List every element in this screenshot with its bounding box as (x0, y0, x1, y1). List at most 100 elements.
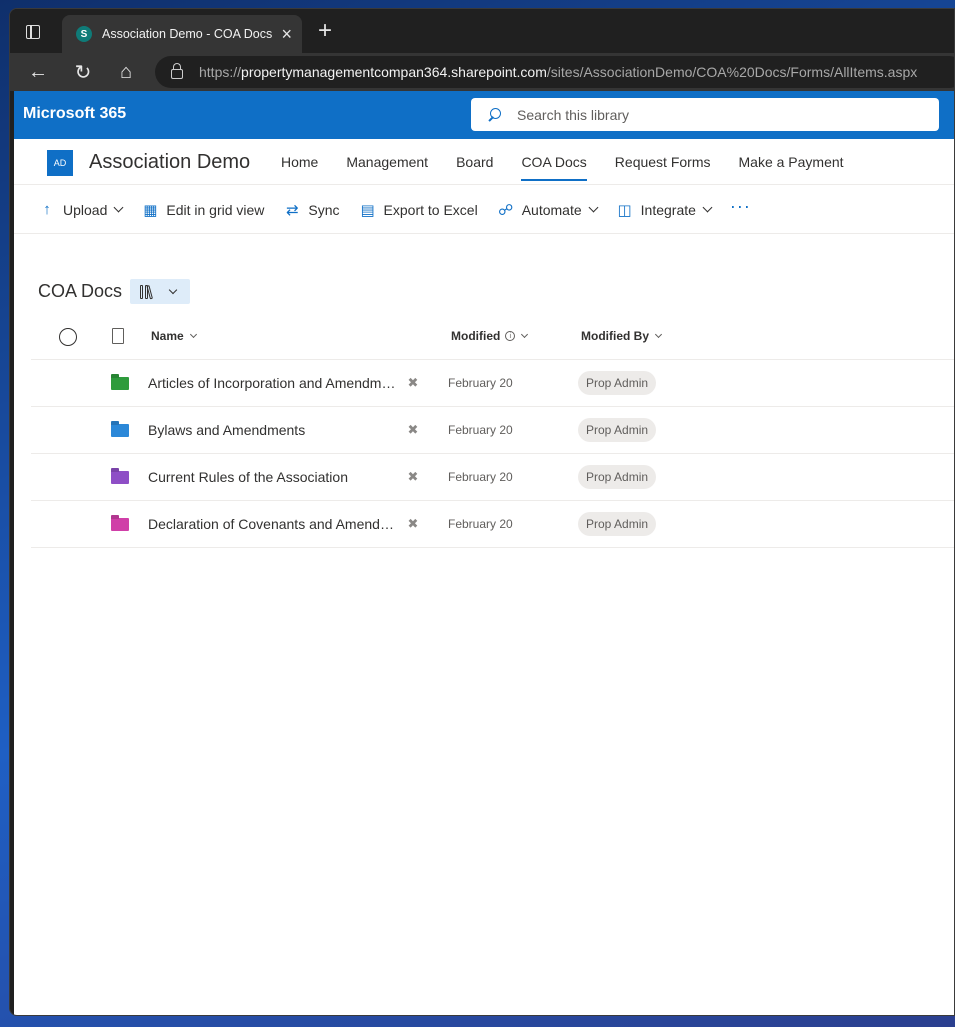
info-icon[interactable]: i (505, 331, 516, 341)
integrate-label: Integrate (640, 201, 696, 218)
modified-column-header[interactable]: Modified i (451, 329, 529, 343)
folder-icon (111, 424, 129, 437)
site-logo[interactable]: AD (47, 150, 73, 176)
sharepoint-favicon-icon: S (76, 26, 92, 42)
file-name-link[interactable]: Current Rules of the Association (148, 469, 403, 485)
excel-icon: ▤ (360, 201, 375, 219)
upload-label: Upload (63, 201, 108, 218)
document-list: Name Modified i Modified By Articles of … (31, 315, 954, 548)
chevron-down-icon (521, 330, 529, 339)
table-row[interactable]: Declaration of Covenants and Amendments … (31, 501, 954, 548)
modified-by-badge[interactable]: Prop Admin (578, 512, 657, 536)
pin-icon[interactable]: ✖ (405, 375, 421, 391)
integrate-button[interactable]: ◫ Integrate (616, 201, 713, 219)
refresh-icon[interactable]: ↻ (69, 58, 97, 86)
new-tab-icon[interactable]: + (312, 19, 338, 45)
tab-title: Association Demo - COA Docs (102, 27, 273, 41)
more-options-button[interactable]: ··· (730, 196, 751, 217)
integrate-icon: ◫ (617, 201, 632, 219)
modified-date: February 20 (448, 423, 513, 437)
chevron-down-icon (113, 202, 124, 213)
sync-button[interactable]: ⇄ Sync (283, 201, 339, 219)
automate-button[interactable]: ☍ Automate (497, 201, 599, 219)
folder-icon (111, 377, 129, 390)
search-box[interactable] (471, 98, 939, 131)
search-input[interactable] (517, 106, 897, 123)
chevron-down-icon (702, 202, 713, 213)
chevron-down-icon (168, 285, 178, 295)
nav-make-a-payment[interactable]: Make a Payment (739, 139, 844, 185)
nav-board[interactable]: Board (456, 139, 493, 185)
table-row[interactable]: Articles of Incorporation and Amendments… (31, 360, 954, 407)
select-all-checkbox[interactable] (59, 328, 77, 346)
sync-icon: ⇄ (286, 201, 299, 219)
export-label: Export to Excel (383, 201, 478, 218)
file-name-link[interactable]: Declaration of Covenants and Amendments (148, 516, 403, 532)
library-icon (140, 284, 156, 299)
browser-window: S Association Demo - COA Docs × + ← ↻ ⌂ … (9, 8, 955, 1016)
library-title: COA Docs (38, 281, 123, 301)
chevron-down-icon (189, 330, 197, 339)
name-column-header[interactable]: Name (151, 329, 197, 343)
edit-grid-view-button[interactable]: ▦ Edit in grid view (141, 201, 264, 219)
url-host: propertymanagementcompan364.sharepoint.c… (241, 64, 547, 80)
folder-icon (111, 518, 129, 531)
site-header: AD Association Demo Home Management Boar… (14, 139, 954, 185)
search-icon (487, 107, 501, 122)
tab-actions-button[interactable] (20, 19, 46, 45)
folder-icon (111, 471, 129, 484)
library-icon-bar (140, 284, 144, 299)
chevron-down-icon (654, 330, 663, 339)
address-bar[interactable]: https://propertymanagementcompan364.shar… (155, 56, 954, 88)
file-type-icon (112, 328, 124, 344)
file-name-link[interactable]: Articles of Incorporation and Amendments (148, 375, 403, 391)
pin-icon[interactable]: ✖ (405, 516, 421, 532)
url-path: /sites/AssociationDemo/COA%20Docs/Forms/… (546, 64, 918, 80)
file-name-link[interactable]: Bylaws and Amendments (148, 422, 403, 438)
modified-date: February 20 (448, 376, 513, 390)
modified-date: February 20 (448, 470, 513, 484)
edit-grid-label: Edit in grid view (166, 201, 265, 218)
table-row[interactable]: Current Rules of the Association ✖ Febru… (31, 454, 954, 501)
name-column-label: Name (151, 329, 184, 343)
nav-coa-docs[interactable]: COA Docs (521, 139, 588, 185)
site-title[interactable]: Association Demo (89, 151, 250, 174)
url-text: https://propertymanagementcompan364.shar… (199, 64, 917, 80)
library-header: COA Docs (38, 279, 191, 304)
address-toolbar: ← ↻ ⌂ https://propertymanagementcompan36… (10, 53, 954, 91)
automate-label: Automate (521, 201, 582, 218)
close-tab-icon[interactable]: × (281, 25, 292, 43)
nav-management[interactable]: Management (346, 139, 428, 185)
tab-strip: S Association Demo - COA Docs × + (10, 9, 954, 53)
flow-icon: ☍ (498, 201, 514, 219)
site-navigation: Home Management Board COA Docs Request F… (281, 139, 872, 185)
back-arrow-icon[interactable]: ← (24, 58, 52, 86)
suite-bar: Microsoft 365 (14, 91, 954, 139)
modified-by-badge[interactable]: Prop Admin (578, 371, 657, 395)
pin-icon[interactable]: ✖ (405, 422, 421, 438)
microsoft-365-brand[interactable]: Microsoft 365 (23, 105, 126, 123)
grid-icon: ▦ (143, 201, 158, 219)
export-excel-button[interactable]: ▤ Export to Excel (359, 201, 478, 219)
modified-by-column-label: Modified By (581, 329, 649, 343)
nav-home[interactable]: Home (281, 139, 318, 185)
modified-column-label: Modified (451, 329, 501, 343)
chevron-down-icon (588, 202, 599, 213)
view-switcher-button[interactable] (130, 279, 191, 304)
modified-date: February 20 (448, 517, 513, 531)
home-icon[interactable]: ⌂ (112, 58, 140, 86)
pin-icon[interactable]: ✖ (405, 469, 421, 485)
tab-actions-icon (26, 25, 40, 39)
browser-tab[interactable]: S Association Demo - COA Docs × (62, 15, 302, 53)
command-bar: ↑ Upload ▦ Edit in grid view ⇄ Sync ▤ Ex… (14, 186, 954, 234)
upload-button[interactable]: ↑ Upload (38, 201, 124, 219)
modified-by-column-header[interactable]: Modified By (581, 329, 663, 343)
table-row[interactable]: Bylaws and Amendments ✖ February 20 Prop… (31, 407, 954, 454)
upload-arrow-icon: ↑ (43, 201, 51, 218)
lock-icon (171, 63, 183, 79)
sync-label: Sync (308, 201, 340, 218)
url-scheme: https:// (199, 64, 242, 80)
modified-by-badge[interactable]: Prop Admin (578, 465, 657, 489)
nav-request-forms[interactable]: Request Forms (615, 139, 711, 185)
modified-by-badge[interactable]: Prop Admin (578, 418, 657, 442)
